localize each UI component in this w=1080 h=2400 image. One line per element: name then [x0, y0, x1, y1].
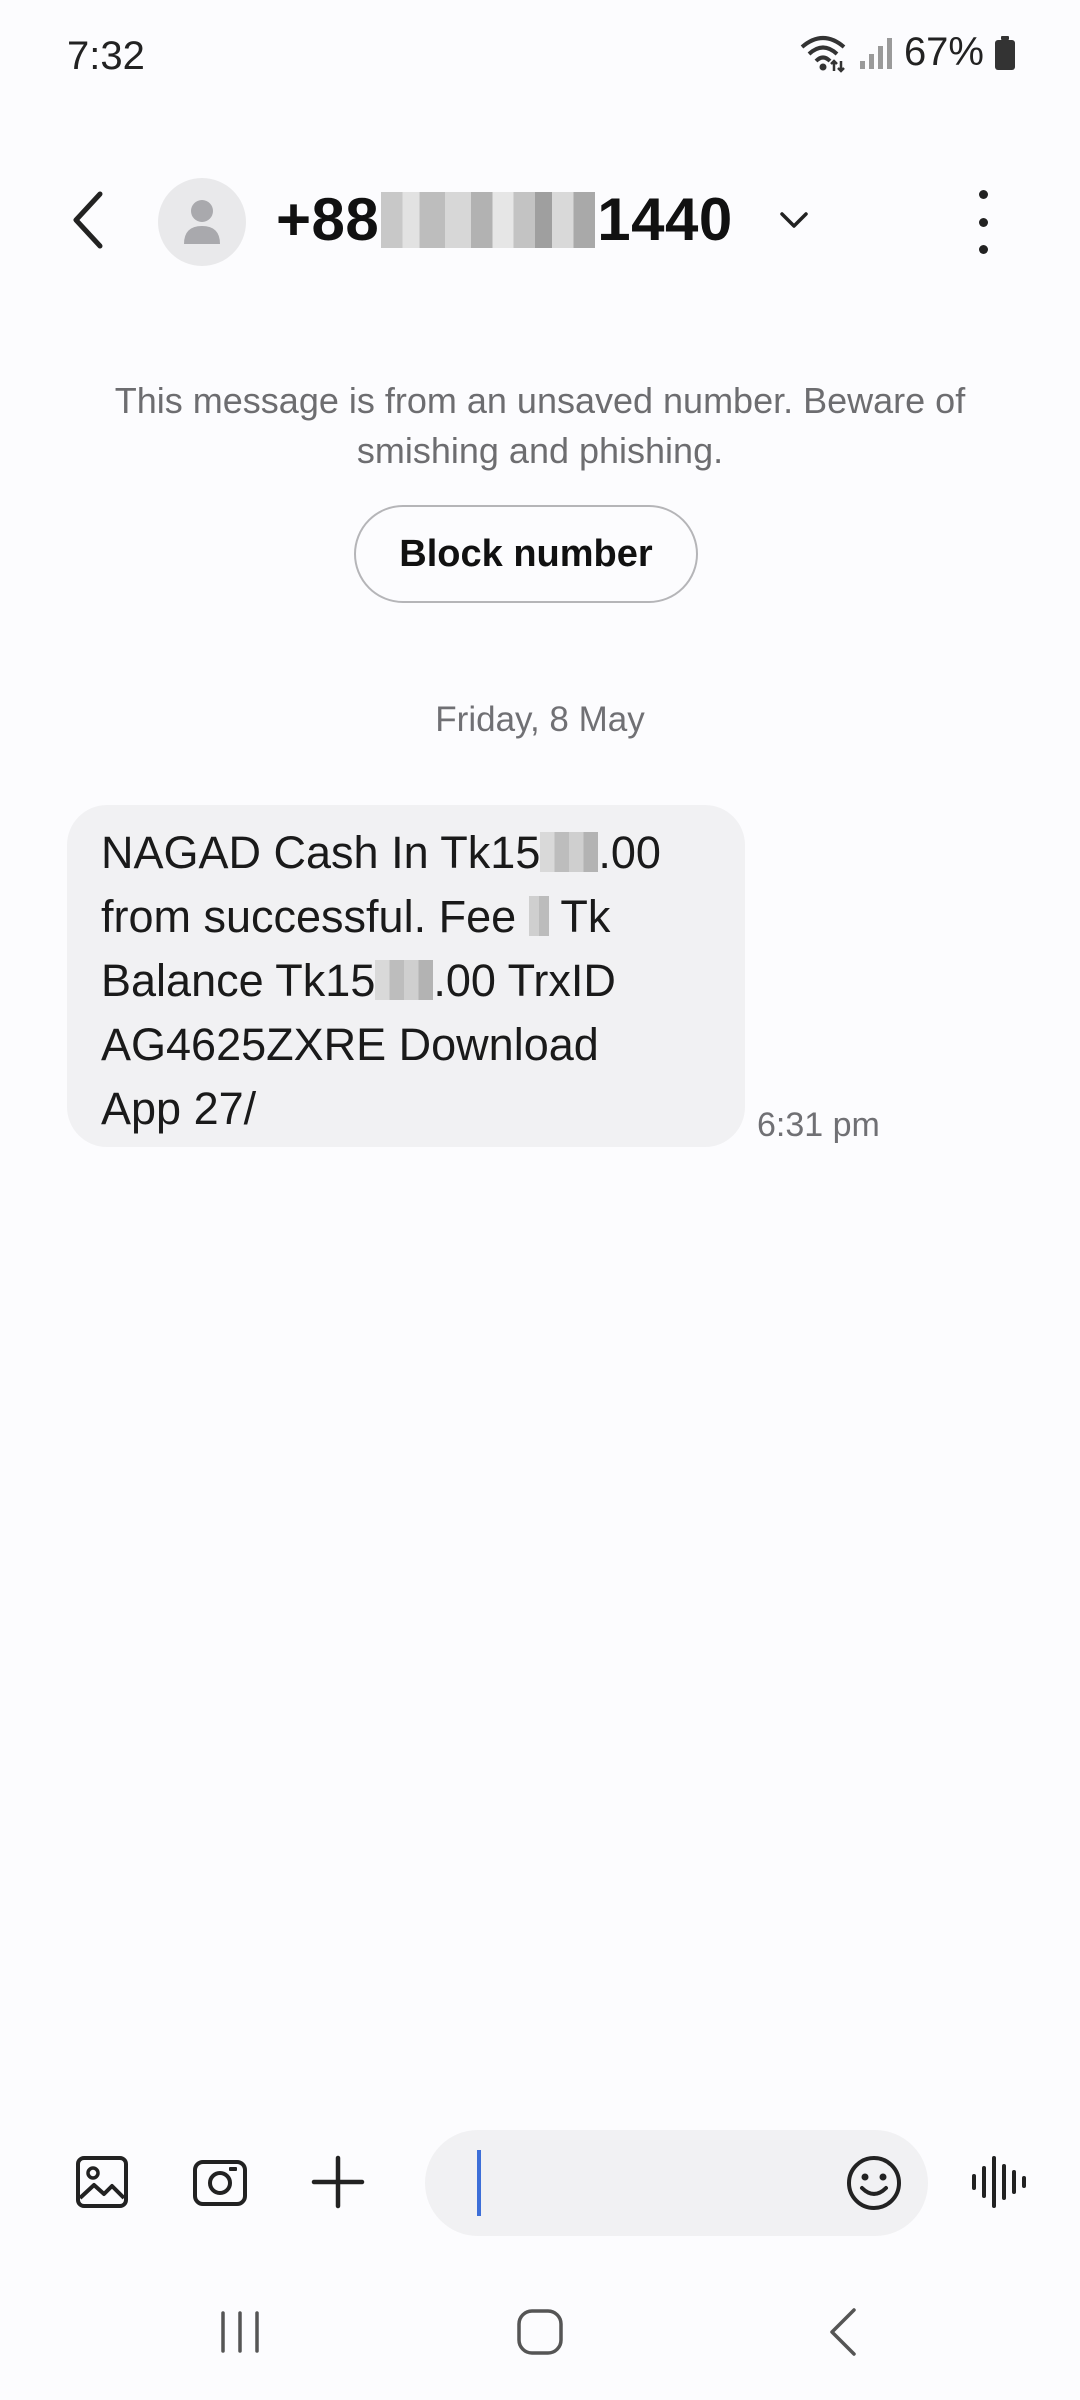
battery-percent: 67%: [903, 30, 984, 74]
recent-apps-button[interactable]: [200, 2300, 280, 2364]
block-number-button[interactable]: Block number: [354, 505, 698, 603]
redacted-fee: [528, 896, 549, 936]
contact-number[interactable]: +88 1440: [276, 185, 733, 254]
signal-icon: [859, 37, 892, 69]
unsaved-number-warning: This message is from an unsaved number. …: [114, 380, 966, 471]
message-bubble[interactable]: NAGAD Cash In Tk15.00 from successful. F…: [67, 805, 745, 1147]
message-line: App 27/: [101, 1083, 257, 1134]
back-button[interactable]: [58, 180, 118, 260]
message-line: NAGAD Cash In Tk15.00: [101, 827, 661, 878]
date-separator: Friday, 8 May: [435, 700, 645, 739]
contact-avatar[interactable]: [158, 178, 246, 266]
chevron-down-icon: [780, 212, 808, 228]
wifi-icon: [800, 35, 846, 73]
message-timestamp: 6:31 pm: [757, 1106, 880, 1144]
redacted-balance: [375, 960, 434, 1000]
back-arrow-icon: [73, 191, 103, 249]
home-button[interactable]: [500, 2300, 580, 2364]
back-nav-icon: [830, 2308, 856, 2356]
contact-number-prefix: +88: [276, 186, 380, 253]
message-input[interactable]: [470, 2150, 834, 2218]
message-line: AG4625ZXRE Download: [101, 1019, 599, 1070]
avatar-person-icon: [184, 200, 220, 244]
status-icons: 67%: [798, 30, 1016, 75]
redacted-digits: [381, 191, 596, 248]
camera-icon: [193, 2160, 247, 2206]
home-icon: [517, 2309, 563, 2355]
text-cursor: [477, 2150, 481, 2216]
plus-icon: [311, 2155, 365, 2209]
gallery-icon: [76, 2156, 128, 2208]
status-time: 7:32: [67, 34, 145, 78]
attach-more-button[interactable]: [306, 2150, 370, 2214]
nav-back-button[interactable]: [804, 2300, 884, 2364]
more-options-icon[interactable]: [968, 190, 998, 254]
gallery-button[interactable]: [70, 2150, 134, 2214]
emoji-button[interactable]: [845, 2154, 903, 2212]
voice-record-icon: [972, 2156, 1026, 2208]
redacted-amount: [540, 832, 599, 872]
message-line: Balance Tk15.00 TrxID: [101, 955, 616, 1006]
contact-number-suffix: 1440: [597, 186, 733, 253]
voice-record-button[interactable]: [968, 2150, 1032, 2214]
battery-icon: [995, 35, 1015, 70]
contact-dropdown[interactable]: [776, 202, 812, 238]
message-line: from successful. Fee Tk: [101, 891, 611, 942]
camera-button[interactable]: [188, 2150, 252, 2214]
emoji-icon: [847, 2156, 901, 2210]
recent-apps-icon: [221, 2311, 259, 2353]
